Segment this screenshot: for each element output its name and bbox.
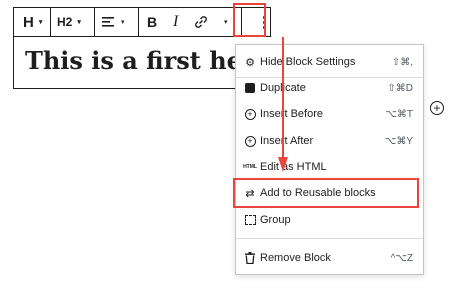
menu-divider bbox=[236, 238, 423, 239]
align-left-icon bbox=[102, 17, 114, 27]
html-icon: HTML bbox=[243, 164, 257, 170]
menu-item-insert-before[interactable]: + Insert Before ⌥⌘T bbox=[236, 101, 423, 127]
link-icon bbox=[195, 16, 207, 28]
menu-item-insert-after[interactable]: + Insert After ⌥⌘Y bbox=[236, 128, 423, 154]
chevron-down-icon: ▾ bbox=[121, 19, 125, 26]
shortcut-label: ⌥⌘Y bbox=[384, 135, 413, 147]
bold-button[interactable]: B bbox=[147, 8, 157, 36]
block-border bbox=[13, 37, 14, 89]
gear-icon: ⚙ bbox=[245, 56, 255, 69]
trash-icon bbox=[244, 252, 256, 264]
chevron-down-icon: ▾ bbox=[224, 19, 228, 26]
transform-block-button[interactable]: H ▾ bbox=[23, 8, 42, 36]
italic-button[interactable]: I bbox=[173, 8, 178, 36]
menu-item-label: Edit as HTML bbox=[260, 161, 327, 173]
menu-item-hide-block-settings[interactable]: ⚙ Hide Block Settings ⇧⌘, bbox=[236, 49, 423, 75]
block-border bbox=[13, 88, 235, 89]
chevron-down-icon: ▾ bbox=[38, 19, 43, 26]
chevron-down-icon: ▾ bbox=[77, 19, 81, 26]
shortcut-label: ⇧⌘, bbox=[391, 56, 413, 68]
shortcut-label: ⌥⌘T bbox=[385, 108, 413, 120]
insert-after-icon: + bbox=[244, 135, 256, 147]
menu-item-label: Insert Before bbox=[260, 108, 323, 120]
block-settings-menu: ⚙ Hide Block Settings ⇧⌘, Duplicate ⇧⌘D … bbox=[235, 44, 424, 275]
heading-icon: H bbox=[23, 13, 34, 31]
more-rich-text-button[interactable]: ▾ bbox=[219, 8, 228, 36]
duplicate-icon bbox=[244, 82, 256, 94]
align-button[interactable]: ▾ bbox=[102, 8, 125, 36]
add-block-icon[interactable]: + bbox=[430, 101, 444, 115]
highlight-box-more-options bbox=[233, 3, 266, 37]
menu-item-label: Hide Block Settings bbox=[260, 56, 356, 68]
heading-level-label: H2 bbox=[57, 15, 73, 29]
shortcut-label: ^⌥Z bbox=[390, 252, 413, 264]
menu-item-label: Insert After bbox=[260, 135, 314, 147]
heading-block[interactable]: This is a first heading bbox=[25, 44, 235, 78]
toolbar-divider bbox=[94, 8, 95, 36]
shortcut-label: ⇧⌘D bbox=[387, 82, 413, 94]
toolbar-divider bbox=[50, 8, 51, 36]
menu-item-label: Duplicate bbox=[260, 82, 306, 94]
group-icon bbox=[244, 214, 256, 226]
menu-item-edit-as-html[interactable]: HTML Edit as HTML bbox=[236, 154, 423, 180]
menu-item-label: Remove Block bbox=[260, 252, 331, 264]
toolbar-divider bbox=[138, 8, 139, 36]
menu-item-label: Group bbox=[260, 214, 291, 226]
insert-before-icon: + bbox=[244, 108, 256, 120]
menu-item-remove-block[interactable]: Remove Block ^⌥Z bbox=[236, 245, 423, 271]
menu-item-duplicate[interactable]: Duplicate ⇧⌘D bbox=[236, 75, 423, 101]
link-button[interactable] bbox=[194, 8, 208, 36]
menu-item-group[interactable]: Group bbox=[236, 207, 423, 233]
heading-level-button[interactable]: H2 ▾ bbox=[57, 8, 81, 36]
highlight-box-reusable-blocks bbox=[233, 178, 419, 208]
